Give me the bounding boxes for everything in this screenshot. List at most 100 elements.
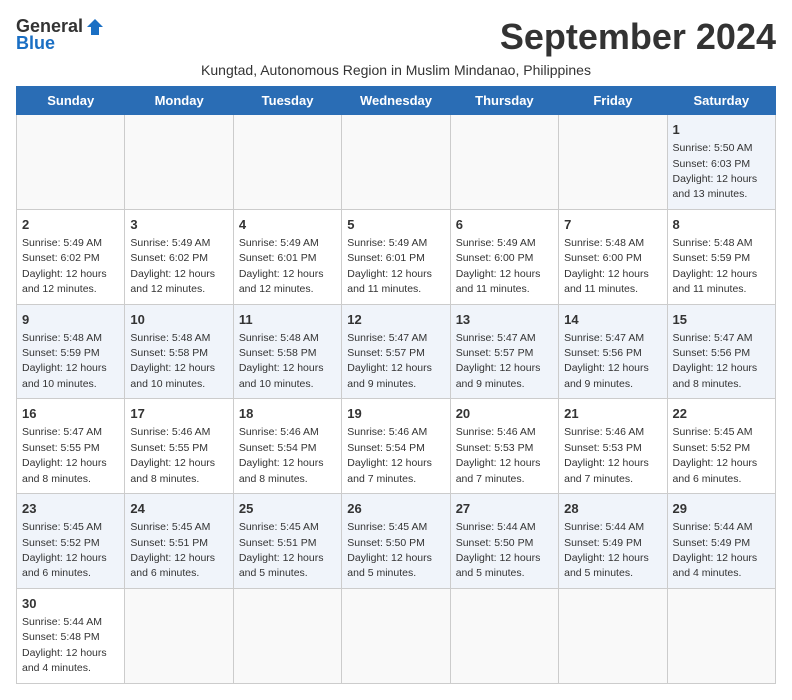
day-number: 18	[239, 405, 336, 423]
day-info: Sunrise: 5:47 AMSunset: 5:56 PMDaylight:…	[673, 332, 758, 390]
table-row: 21 Sunrise: 5:46 AMSunset: 5:53 PMDaylig…	[559, 399, 667, 494]
table-row: 13 Sunrise: 5:47 AMSunset: 5:57 PMDaylig…	[450, 304, 558, 399]
day-number: 29	[673, 500, 770, 518]
day-info: Sunrise: 5:49 AMSunset: 6:01 PMDaylight:…	[239, 237, 324, 295]
table-row	[125, 115, 233, 210]
calendar-week-row: 2 Sunrise: 5:49 AMSunset: 6:02 PMDayligh…	[17, 209, 776, 304]
calendar-week-row: 16 Sunrise: 5:47 AMSunset: 5:55 PMDaylig…	[17, 399, 776, 494]
day-info: Sunrise: 5:44 AMSunset: 5:49 PMDaylight:…	[673, 521, 758, 579]
day-info: Sunrise: 5:46 AMSunset: 5:54 PMDaylight:…	[239, 426, 324, 484]
table-row: 23 Sunrise: 5:45 AMSunset: 5:52 PMDaylig…	[17, 494, 125, 589]
day-number: 21	[564, 405, 661, 423]
day-number: 12	[347, 311, 444, 329]
table-row	[450, 115, 558, 210]
day-number: 9	[22, 311, 119, 329]
day-number: 26	[347, 500, 444, 518]
day-number: 28	[564, 500, 661, 518]
day-number: 7	[564, 216, 661, 234]
day-info: Sunrise: 5:45 AMSunset: 5:52 PMDaylight:…	[673, 426, 758, 484]
day-info: Sunrise: 5:44 AMSunset: 5:48 PMDaylight:…	[22, 616, 107, 674]
logo-icon	[85, 17, 105, 37]
table-row: 28 Sunrise: 5:44 AMSunset: 5:49 PMDaylig…	[559, 494, 667, 589]
day-info: Sunrise: 5:44 AMSunset: 5:50 PMDaylight:…	[456, 521, 541, 579]
table-row: 26 Sunrise: 5:45 AMSunset: 5:50 PMDaylig…	[342, 494, 450, 589]
table-row	[342, 115, 450, 210]
day-number: 3	[130, 216, 227, 234]
day-number: 8	[673, 216, 770, 234]
table-row: 9 Sunrise: 5:48 AMSunset: 5:59 PMDayligh…	[17, 304, 125, 399]
table-row: 8 Sunrise: 5:48 AMSunset: 5:59 PMDayligh…	[667, 209, 775, 304]
table-row: 18 Sunrise: 5:46 AMSunset: 5:54 PMDaylig…	[233, 399, 341, 494]
header-sunday: Sunday	[17, 87, 125, 115]
table-row: 1 Sunrise: 5:50 AMSunset: 6:03 PMDayligh…	[667, 115, 775, 210]
day-number: 30	[22, 595, 119, 613]
day-info: Sunrise: 5:45 AMSunset: 5:51 PMDaylight:…	[239, 521, 324, 579]
table-row	[125, 588, 233, 683]
header-saturday: Saturday	[667, 87, 775, 115]
day-number: 15	[673, 311, 770, 329]
table-row: 5 Sunrise: 5:49 AMSunset: 6:01 PMDayligh…	[342, 209, 450, 304]
day-info: Sunrise: 5:45 AMSunset: 5:50 PMDaylight:…	[347, 521, 432, 579]
day-number: 19	[347, 405, 444, 423]
days-header-row: Sunday Monday Tuesday Wednesday Thursday…	[17, 87, 776, 115]
table-row: 29 Sunrise: 5:44 AMSunset: 5:49 PMDaylig…	[667, 494, 775, 589]
table-row: 10 Sunrise: 5:48 AMSunset: 5:58 PMDaylig…	[125, 304, 233, 399]
day-info: Sunrise: 5:46 AMSunset: 5:53 PMDaylight:…	[456, 426, 541, 484]
table-row: 16 Sunrise: 5:47 AMSunset: 5:55 PMDaylig…	[17, 399, 125, 494]
table-row: 2 Sunrise: 5:49 AMSunset: 6:02 PMDayligh…	[17, 209, 125, 304]
calendar-subtitle: Kungtad, Autonomous Region in Muslim Min…	[16, 62, 776, 78]
day-number: 5	[347, 216, 444, 234]
day-info: Sunrise: 5:45 AMSunset: 5:52 PMDaylight:…	[22, 521, 107, 579]
day-number: 27	[456, 500, 553, 518]
day-info: Sunrise: 5:45 AMSunset: 5:51 PMDaylight:…	[130, 521, 215, 579]
table-row: 27 Sunrise: 5:44 AMSunset: 5:50 PMDaylig…	[450, 494, 558, 589]
table-row: 17 Sunrise: 5:46 AMSunset: 5:55 PMDaylig…	[125, 399, 233, 494]
table-row	[667, 588, 775, 683]
header-wednesday: Wednesday	[342, 87, 450, 115]
table-row	[559, 115, 667, 210]
day-info: Sunrise: 5:48 AMSunset: 5:59 PMDaylight:…	[673, 237, 758, 295]
table-row	[17, 115, 125, 210]
day-number: 13	[456, 311, 553, 329]
calendar-week-row: 9 Sunrise: 5:48 AMSunset: 5:59 PMDayligh…	[17, 304, 776, 399]
day-info: Sunrise: 5:46 AMSunset: 5:54 PMDaylight:…	[347, 426, 432, 484]
table-row	[559, 588, 667, 683]
header-thursday: Thursday	[450, 87, 558, 115]
day-info: Sunrise: 5:49 AMSunset: 6:02 PMDaylight:…	[130, 237, 215, 295]
day-number: 2	[22, 216, 119, 234]
day-info: Sunrise: 5:48 AMSunset: 5:59 PMDaylight:…	[22, 332, 107, 390]
calendar-week-row: 23 Sunrise: 5:45 AMSunset: 5:52 PMDaylig…	[17, 494, 776, 589]
day-info: Sunrise: 5:48 AMSunset: 6:00 PMDaylight:…	[564, 237, 649, 295]
calendar-week-row: 1 Sunrise: 5:50 AMSunset: 6:03 PMDayligh…	[17, 115, 776, 210]
month-title: September 2024	[500, 16, 776, 58]
table-row: 3 Sunrise: 5:49 AMSunset: 6:02 PMDayligh…	[125, 209, 233, 304]
day-number: 11	[239, 311, 336, 329]
header-monday: Monday	[125, 87, 233, 115]
table-row: 25 Sunrise: 5:45 AMSunset: 5:51 PMDaylig…	[233, 494, 341, 589]
day-info: Sunrise: 5:47 AMSunset: 5:57 PMDaylight:…	[347, 332, 432, 390]
calendar-body: 1 Sunrise: 5:50 AMSunset: 6:03 PMDayligh…	[17, 115, 776, 684]
day-info: Sunrise: 5:48 AMSunset: 5:58 PMDaylight:…	[239, 332, 324, 390]
day-info: Sunrise: 5:44 AMSunset: 5:49 PMDaylight:…	[564, 521, 649, 579]
table-row	[342, 588, 450, 683]
day-info: Sunrise: 5:47 AMSunset: 5:55 PMDaylight:…	[22, 426, 107, 484]
table-row: 20 Sunrise: 5:46 AMSunset: 5:53 PMDaylig…	[450, 399, 558, 494]
logo-blue-text: Blue	[16, 33, 55, 54]
day-info: Sunrise: 5:46 AMSunset: 5:55 PMDaylight:…	[130, 426, 215, 484]
day-number: 24	[130, 500, 227, 518]
table-row: 11 Sunrise: 5:48 AMSunset: 5:58 PMDaylig…	[233, 304, 341, 399]
day-info: Sunrise: 5:49 AMSunset: 6:02 PMDaylight:…	[22, 237, 107, 295]
table-row: 12 Sunrise: 5:47 AMSunset: 5:57 PMDaylig…	[342, 304, 450, 399]
table-row: 4 Sunrise: 5:49 AMSunset: 6:01 PMDayligh…	[233, 209, 341, 304]
day-info: Sunrise: 5:48 AMSunset: 5:58 PMDaylight:…	[130, 332, 215, 390]
day-number: 1	[673, 121, 770, 139]
table-row: 7 Sunrise: 5:48 AMSunset: 6:00 PMDayligh…	[559, 209, 667, 304]
table-row	[233, 588, 341, 683]
table-row: 15 Sunrise: 5:47 AMSunset: 5:56 PMDaylig…	[667, 304, 775, 399]
calendar-week-row: 30 Sunrise: 5:44 AMSunset: 5:48 PMDaylig…	[17, 588, 776, 683]
day-info: Sunrise: 5:49 AMSunset: 6:01 PMDaylight:…	[347, 237, 432, 295]
day-number: 22	[673, 405, 770, 423]
page-header: General Blue September 2024	[16, 16, 776, 58]
table-row: 6 Sunrise: 5:49 AMSunset: 6:00 PMDayligh…	[450, 209, 558, 304]
logo: General Blue	[16, 16, 105, 54]
